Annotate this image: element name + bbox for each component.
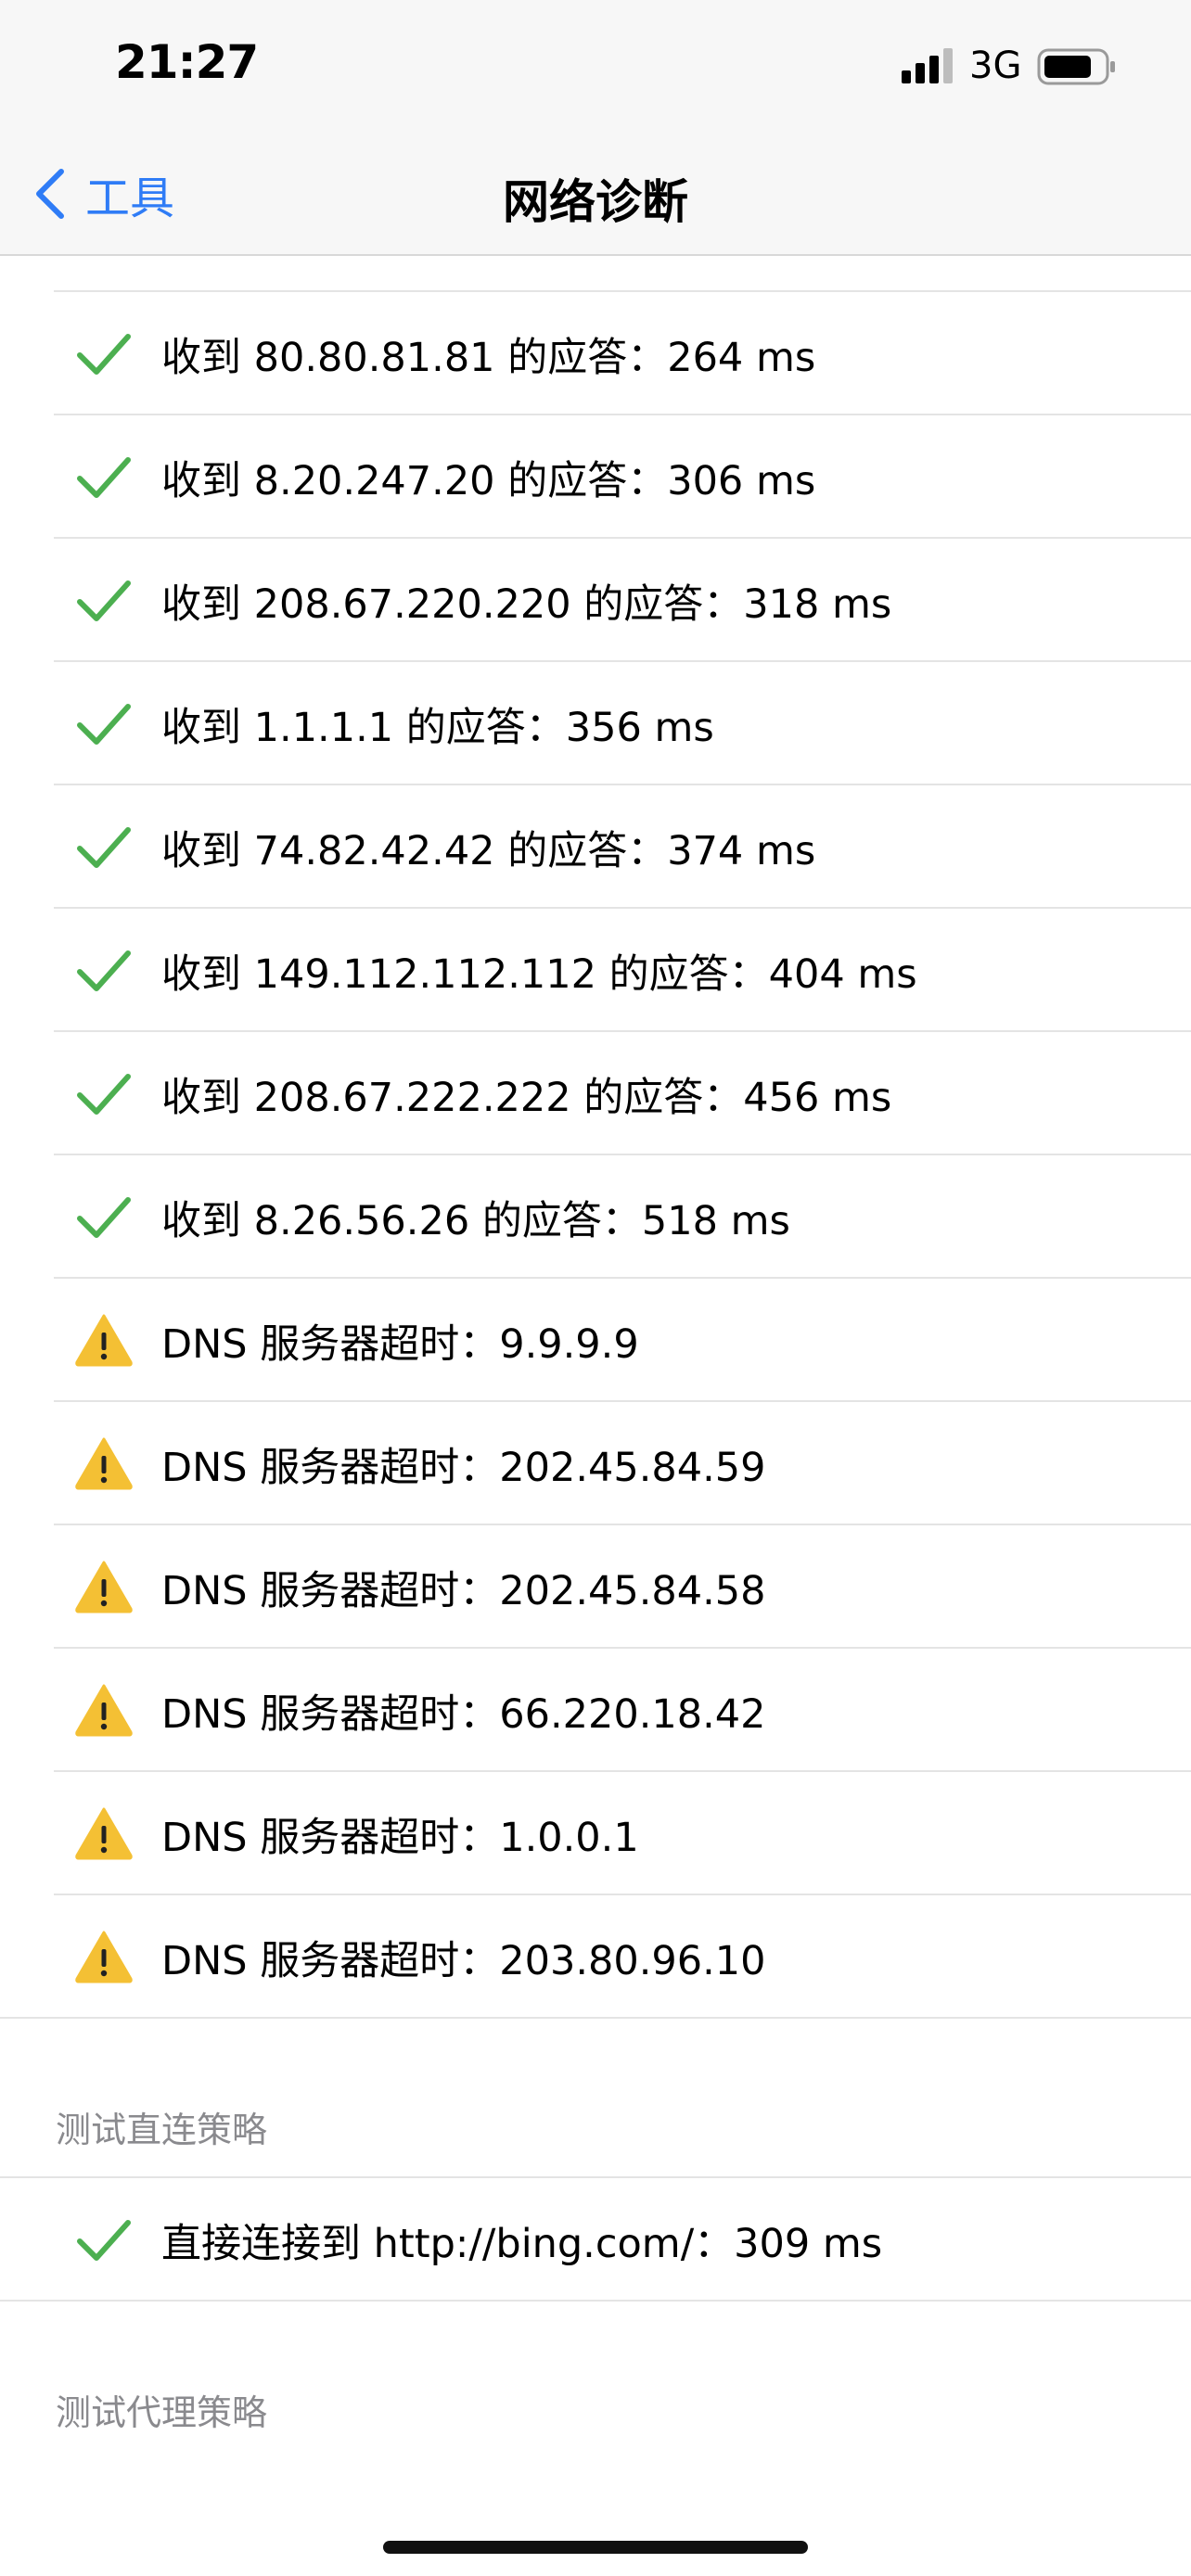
checkmark-icon	[77, 2220, 131, 2261]
result-text: 收到 8.20.247.20 的应答：306 ms	[161, 457, 816, 504]
warning-icon	[75, 1561, 133, 1613]
checkmark-icon	[77, 580, 131, 621]
result-text: DNS 服务器超时：9.9.9.9	[161, 1320, 639, 1368]
result-text: 收到 8.26.56.26 的应答：518 ms	[161, 1197, 790, 1244]
checkmark-icon	[77, 1197, 131, 1238]
result-row-success: 收到 208.67.222.222 的应答：456 ms	[0, 1032, 1191, 1155]
section-title-direct: 测试直连策略	[56, 2110, 268, 2150]
diagnostic-results[interactable]: 收到 223.6.6.6 的应答：250 ms收到 80.80.81.81 的应…	[0, 167, 1191, 2459]
result-row-timeout: DNS 服务器超时：1.0.0.1	[0, 1772, 1191, 1895]
result-row-success: 收到 8.26.56.26 的应答：518 ms	[0, 1155, 1191, 1279]
cellular-signal-icon	[902, 48, 953, 83]
status-bar: 21:27 3G	[0, 0, 1191, 139]
page-title: 网络诊断	[503, 175, 688, 229]
result-row-success: 收到 149.112.112.112 的应答：404 ms	[0, 909, 1191, 1032]
result-row-timeout: DNS 服务器超时：202.45.84.59	[0, 1402, 1191, 1525]
warning-icon	[75, 1931, 133, 1983]
result-row-success: 收到 74.82.42.42 的应答：374 ms	[0, 785, 1191, 909]
dns-results-list: 收到 223.6.6.6 的应答：250 ms收到 80.80.81.81 的应…	[0, 167, 1191, 2019]
result-text: 收到 208.67.220.220 的应答：318 ms	[161, 580, 892, 628]
result-text: 收到 149.112.112.112 的应答：404 ms	[161, 950, 917, 998]
result-row-success: 收到 8.20.247.20 的应答：306 ms	[0, 415, 1191, 539]
result-row-success: 收到 1.1.1.1 的应答：356 ms	[0, 662, 1191, 785]
checkmark-icon	[77, 827, 131, 868]
warning-icon	[75, 1684, 133, 1737]
result-text: DNS 服务器超时：66.220.18.42	[161, 1690, 766, 1738]
result-row-success: 收到 208.67.220.220 的应答：318 ms	[0, 539, 1191, 662]
result-row-success: 直接连接到 http://bing.com/：309 ms	[0, 2178, 1191, 2302]
result-text: DNS 服务器超时：1.0.0.1	[161, 1814, 639, 1861]
checkmark-icon	[77, 457, 131, 498]
warning-icon	[75, 1437, 133, 1490]
result-row-timeout: DNS 服务器超时：203.80.96.10	[0, 1895, 1191, 2019]
navigation-bar: 工具 网络诊断	[0, 139, 1191, 256]
result-text: DNS 服务器超时：202.45.84.58	[161, 1567, 766, 1614]
result-text: 收到 74.82.42.42 的应答：374 ms	[161, 827, 816, 874]
result-text: 收到 208.67.222.222 的应答：456 ms	[161, 1074, 892, 1121]
section-title-proxy: 测试代理策略	[56, 2392, 268, 2433]
result-text: 收到 80.80.81.81 的应答：264 ms	[161, 334, 816, 381]
result-row-timeout: DNS 服务器超时：66.220.18.42	[0, 1649, 1191, 1772]
warning-icon	[75, 1314, 133, 1367]
result-row-success: 收到 80.80.81.81 的应答：264 ms	[0, 292, 1191, 415]
result-text: DNS 服务器超时：202.45.84.59	[161, 1444, 766, 1491]
result-row-timeout: DNS 服务器超时：202.45.84.58	[0, 1525, 1191, 1649]
result-text: DNS 服务器超时：203.80.96.10	[161, 1937, 766, 1984]
direct-results-list: 直接连接到 http://bing.com/：309 ms	[0, 2176, 1191, 2302]
checkmark-icon	[77, 334, 131, 375]
checkmark-icon	[77, 704, 131, 745]
warning-icon	[75, 1807, 133, 1860]
checkmark-icon	[77, 950, 131, 991]
result-text: 直接连接到 http://bing.com/：309 ms	[161, 2220, 883, 2267]
section-header-direct: 测试直连策略	[0, 2019, 1191, 2176]
result-row-timeout: DNS 服务器超时：9.9.9.9	[0, 1279, 1191, 1402]
home-indicator[interactable]	[383, 2541, 808, 2554]
result-text: 收到 1.1.1.1 的应答：356 ms	[161, 704, 714, 751]
battery-icon	[1037, 48, 1115, 85]
checkmark-icon	[77, 1074, 131, 1115]
section-header-proxy: 测试代理策略	[0, 2302, 1191, 2459]
network-type: 3G	[969, 45, 1022, 87]
status-time: 21:27	[115, 35, 259, 89]
